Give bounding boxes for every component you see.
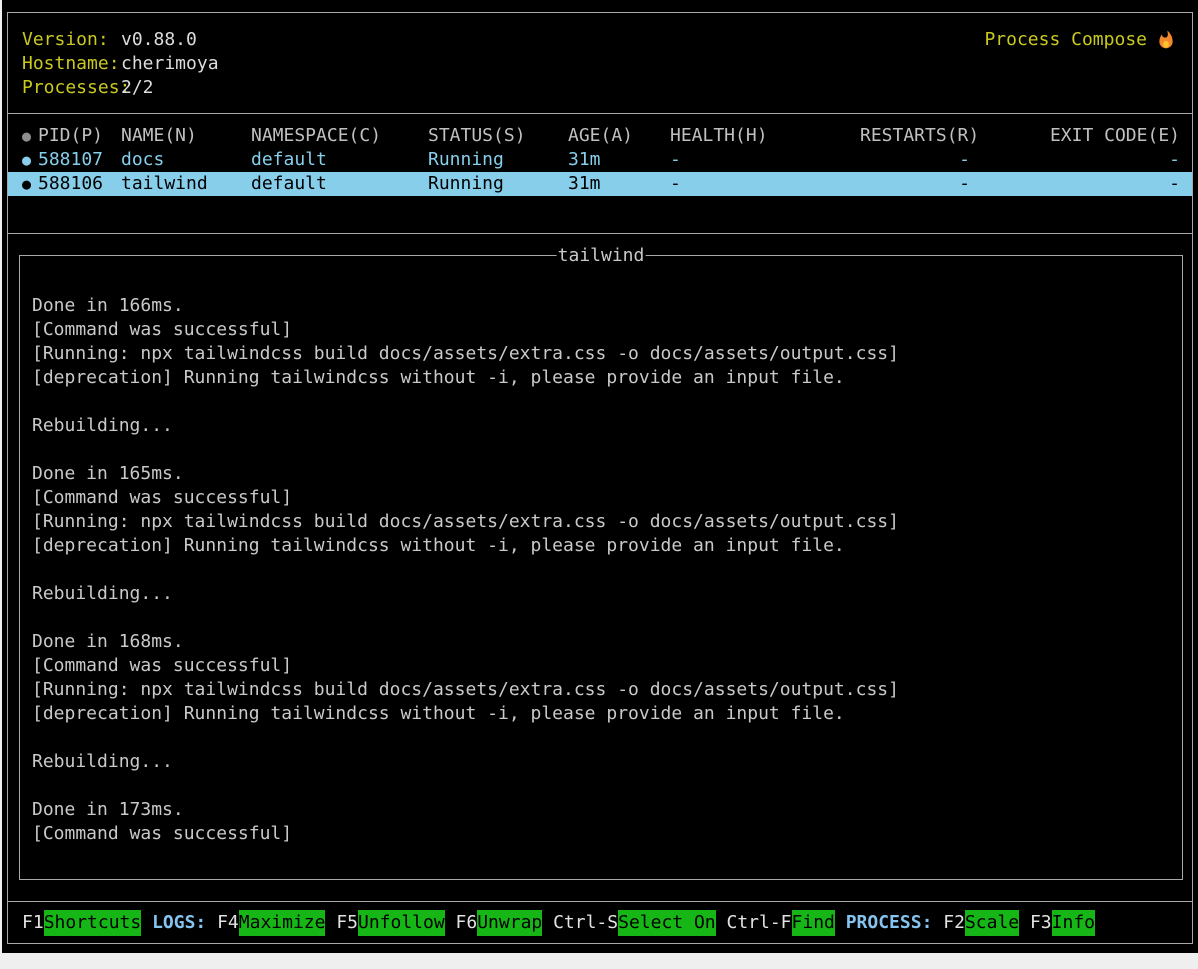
header-field-label: Hostname: — [22, 52, 121, 76]
status-bar: F1Shortcuts LOGS: F4Maximize F5Unfollow … — [8, 901, 1192, 943]
header-field-label: Processes: — [22, 76, 121, 100]
hotkey-label: F5 — [325, 910, 358, 936]
process-table-header: ● PID(P) NAME(N) NAMESPACE(C) STATUS(S) … — [8, 124, 1192, 148]
log-output[interactable]: Done in 166ms. [Command was successful] … — [20, 256, 1182, 879]
action-badge[interactable]: Scale — [965, 910, 1019, 936]
process-table-rows: ● 588107 docs default Running 31m - - - … — [8, 148, 1192, 196]
log-panel: tailwind Done in 166ms. [Command was suc… — [19, 255, 1183, 880]
cell-health: - — [670, 148, 860, 172]
hotkey-label: F3 — [1019, 910, 1052, 936]
action-badge[interactable]: Unwrap — [477, 910, 542, 936]
process-table: ● PID(P) NAME(N) NAMESPACE(C) STATUS(S) … — [8, 113, 1192, 233]
cell-age: 31m — [568, 172, 670, 196]
row-indicator-icon: ● — [22, 148, 38, 172]
log-panel-title: tailwind — [557, 243, 646, 269]
cell-status: Running — [428, 172, 568, 196]
cell-status: Running — [428, 148, 568, 172]
action-badge[interactable]: Select On — [618, 910, 716, 936]
column-exit-code: EXIT CODE(E) — [970, 124, 1180, 148]
cell-namespace: default — [251, 172, 428, 196]
column-age: AGE(A) — [568, 124, 670, 148]
cell-name: docs — [121, 148, 251, 172]
header-field: Processes: 2/2 — [22, 76, 1178, 100]
cell-namespace: default — [251, 148, 428, 172]
process-row[interactable]: ● 588106 tailwind default Running 31m - … — [8, 172, 1192, 196]
column-health: HEALTH(H) — [670, 124, 860, 148]
hotkey-label: Ctrl-F — [716, 910, 792, 936]
action-badge[interactable]: Unfollow — [358, 910, 445, 936]
cell-pid: 588107 — [38, 148, 121, 172]
section-label: LOGS: — [141, 910, 217, 936]
row-indicator-icon: ● — [22, 172, 38, 196]
column-pid: PID(P) — [38, 124, 121, 148]
cell-restarts: - — [860, 172, 970, 196]
cell-exit-code: - — [970, 172, 1180, 196]
action-badge[interactable]: Maximize — [239, 910, 326, 936]
fire-icon — [1156, 29, 1176, 51]
row-indicator-icon: ● — [22, 124, 38, 148]
column-name: NAME(N) — [121, 124, 251, 148]
action-badge[interactable]: Info — [1052, 910, 1095, 936]
action-badge[interactable]: Shortcuts — [44, 910, 142, 936]
header-field-value: 2/2 — [121, 76, 154, 100]
hotkey-label: Ctrl-S — [542, 910, 618, 936]
log-section: tailwind Done in 166ms. [Command was suc… — [8, 233, 1192, 901]
column-restarts: RESTARTS(R) — [860, 124, 970, 148]
column-namespace: NAMESPACE(C) — [251, 124, 428, 148]
cell-name: tailwind — [121, 172, 251, 196]
app-header: Version: v0.88.0 Hostname: cherimoya Pro… — [8, 13, 1192, 113]
cell-restarts: - — [860, 148, 970, 172]
hotkey-label: F6 — [445, 910, 478, 936]
app-title-row: Process Compose — [984, 28, 1176, 52]
app-title: Process Compose — [984, 28, 1147, 52]
cell-exit-code: - — [970, 148, 1180, 172]
section-label: PROCESS: — [835, 910, 943, 936]
app-frame: Version: v0.88.0 Hostname: cherimoya Pro… — [7, 12, 1193, 944]
header-field-label: Version: — [22, 28, 121, 52]
cell-pid: 588106 — [38, 172, 121, 196]
column-status: STATUS(S) — [428, 124, 568, 148]
header-field-value: cherimoya — [121, 52, 219, 76]
header-field-value: v0.88.0 — [121, 28, 197, 52]
header-field: Hostname: cherimoya — [22, 52, 1178, 76]
process-compose-terminal: Version: v0.88.0 Hostname: cherimoya Pro… — [2, 0, 1198, 953]
hotkey-label: F2 — [943, 910, 965, 936]
hotkey-label: F1 — [22, 910, 44, 936]
process-row[interactable]: ● 588107 docs default Running 31m - - - — [8, 148, 1192, 172]
action-badge[interactable]: Find — [792, 910, 835, 936]
hotkey-label: F4 — [217, 910, 239, 936]
cell-health: - — [670, 172, 860, 196]
cell-age: 31m — [568, 148, 670, 172]
